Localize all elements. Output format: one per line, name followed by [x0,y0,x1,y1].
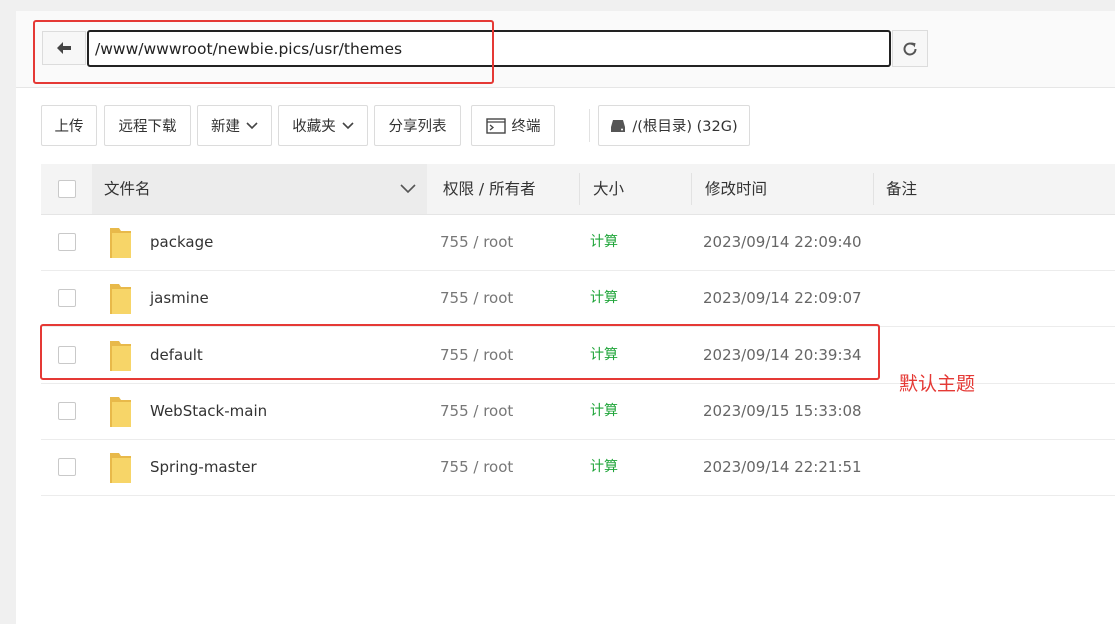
share-list-label: 分享列表 [388,119,447,135]
file-permission[interactable]: 755 / root [440,383,513,439]
table-row[interactable]: jasmine 755 / root 计算 2023/09/14 22:09:0… [41,270,1115,327]
select-all-checkbox[interactable] [58,180,76,198]
file-name[interactable]: package [150,214,213,270]
header-divider [579,173,580,205]
file-modified-time: 2023/09/14 22:09:40 [703,233,862,251]
annotation-text: 默认主题 [899,373,976,395]
row-checkbox[interactable] [58,458,76,476]
file-name[interactable]: default [150,327,203,383]
toolbar-divider [589,109,590,142]
back-button[interactable] [42,31,86,65]
table-header: 文件名 权限 / 所有者 大小 修改时间 备注 [41,164,1115,215]
header-size[interactable]: 大小 [593,164,624,214]
chevron-down-icon[interactable] [400,184,416,194]
path-input[interactable] [87,30,891,67]
file-permission[interactable]: 755 / root [440,270,513,326]
file-modified-time: 2023/09/14 20:39:34 [703,346,862,364]
file-size-calc-link[interactable]: 计算 [590,270,618,326]
hard-drive-icon [611,119,626,132]
table-row[interactable]: Spring-master 755 / root 计算 2023/09/14 2… [41,439,1115,496]
upload-label: 上传 [54,119,84,135]
chevron-down-icon [246,121,258,129]
path-bar [16,11,1115,88]
folder-icon [110,228,131,258]
file-size-calc-link[interactable]: 计算 [590,383,618,439]
file-permission[interactable]: 755 / root [440,439,513,495]
folder-icon [110,284,131,314]
file-size-calc-link[interactable]: 计算 [590,439,618,495]
table-row[interactable]: package 755 / root 计算 2023/09/14 22:09:4… [41,214,1115,271]
header-perm-owner[interactable]: 权限 / 所有者 [443,164,536,214]
share-list-button[interactable]: 分享列表 [374,105,461,146]
upload-button[interactable]: 上传 [41,105,97,146]
row-checkbox[interactable] [58,289,76,307]
row-checkbox[interactable] [58,402,76,420]
file-size-calc-link[interactable]: 计算 [590,214,618,270]
arrow-left-icon [57,42,71,54]
folder-icon [110,453,131,483]
chevron-down-icon [342,121,354,129]
refresh-button[interactable] [892,30,928,67]
header-divider [691,173,692,205]
terminal-button[interactable]: 终端 [471,105,555,146]
file-permission[interactable]: 755 / root [440,214,513,270]
file-name[interactable]: Spring-master [150,439,257,495]
file-modified-time: 2023/09/14 22:09:07 [703,289,862,307]
header-modified[interactable]: 修改时间 [705,164,767,214]
refresh-icon [903,41,917,55]
disk-label: /(根目录) (32G) [632,119,738,135]
terminal-icon [485,117,506,134]
header-divider [873,173,874,205]
favorites-dropdown-button[interactable]: 收藏夹 [278,105,368,146]
terminal-label: 终端 [511,119,541,135]
disk-button[interactable]: /(根目录) (32G) [598,105,750,146]
file-permission[interactable]: 755 / root [440,327,513,383]
file-modified-time: 2023/09/15 15:33:08 [703,402,862,420]
folder-icon [110,397,131,427]
favorites-label: 收藏夹 [292,119,336,135]
new-label: 新建 [211,119,240,135]
file-name[interactable]: jasmine [150,270,209,326]
header-name[interactable]: 文件名 [104,164,151,214]
header-note[interactable]: 备注 [886,164,917,214]
row-checkbox[interactable] [58,233,76,251]
file-name[interactable]: WebStack-main [150,383,267,439]
new-dropdown-button[interactable]: 新建 [197,105,272,146]
row-checkbox[interactable] [58,346,76,364]
file-modified-time: 2023/09/14 22:21:51 [703,458,862,476]
file-size-calc-link[interactable]: 计算 [590,327,618,383]
remote-download-button[interactable]: 远程下载 [104,105,191,146]
file-manager-panel: 上传 远程下载 新建 收藏夹 分享列表 终端 [16,11,1115,624]
remote-download-label: 远程下载 [118,119,177,135]
folder-icon [110,341,131,371]
